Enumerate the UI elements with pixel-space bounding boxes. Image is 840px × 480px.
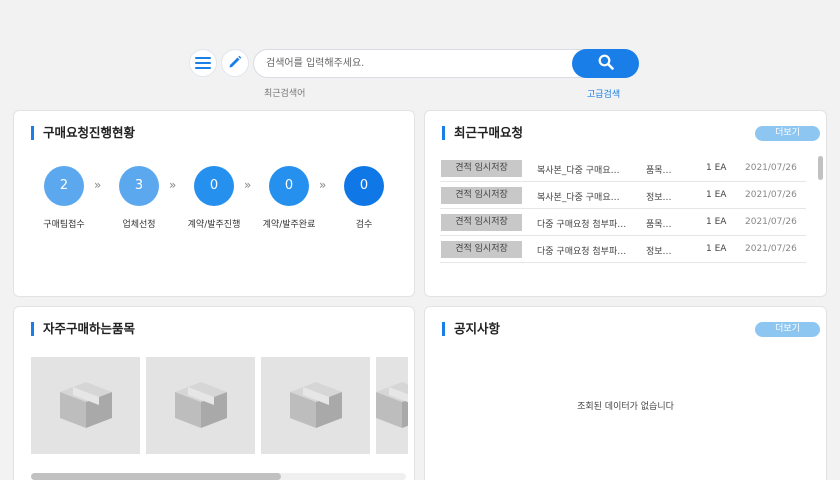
request-title: 다중 구매요청 첨부파… (537, 247, 627, 257)
request-category: 정보… (646, 247, 672, 257)
more-button[interactable]: 더보기 (755, 126, 820, 141)
vertical-scrollbar[interactable] (818, 156, 823, 264)
request-quantity: 1 EA (706, 217, 727, 227)
request-title: 복사본_다중 구매요… (537, 193, 620, 203)
product-thumbnail[interactable] (261, 357, 370, 454)
purchase-progress-card: 구매요청진행현황 2 구매팀접수 » 3 업체선정 » 0 계약/발주진행 » … (13, 110, 415, 297)
status-badge: 견적 임시저장 (441, 241, 522, 258)
empty-message: 조회된 데이터가 없습니다 (577, 402, 674, 412)
box-icon (376, 376, 408, 436)
status-badge: 견적 임시저장 (441, 214, 522, 231)
horizontal-scrollbar[interactable] (31, 473, 406, 480)
request-category: 정보… (646, 193, 672, 203)
step-label: 업체선정 (122, 220, 156, 230)
card-title: 구매요청진행현황 (31, 126, 135, 140)
step-label: 계약/발주진행 (187, 220, 241, 230)
search-bar (253, 49, 639, 78)
step-label: 구매팀접수 (43, 220, 85, 230)
search-input[interactable] (266, 50, 566, 77)
recent-searches-link[interactable]: 최근검색어 (264, 86, 305, 99)
pencil-icon (228, 54, 242, 73)
status-badge: 견적 임시저장 (441, 160, 522, 177)
step-contract-in-progress[interactable]: 0 계약/발주진행 (174, 166, 254, 230)
step-count: 3 (119, 166, 159, 206)
request-quantity: 1 EA (706, 244, 727, 254)
request-date: 2021/07/26 (745, 190, 797, 200)
request-date: 2021/07/26 (745, 244, 797, 254)
request-row[interactable]: 견적 임시저장 복사본_다중 구매요… 정보… 1 EA 2021/07/26 (440, 183, 806, 209)
hamburger-menu-icon (195, 54, 211, 73)
step-contract-complete[interactable]: 0 계약/발주완료 (249, 166, 329, 230)
scrollbar-thumb[interactable] (818, 156, 823, 180)
menu-button[interactable] (189, 49, 217, 77)
scrollbar-thumb[interactable] (31, 473, 281, 480)
search-icon (598, 54, 614, 74)
step-inspection[interactable]: 0 검수 (324, 166, 404, 230)
step-count: 0 (194, 166, 234, 206)
request-title: 다중 구매요청 첨부파… (537, 220, 627, 230)
status-badge: 견적 임시저장 (441, 187, 522, 204)
box-icon (56, 376, 116, 436)
product-thumbnail[interactable] (146, 357, 255, 454)
step-label: 계약/발주완료 (262, 220, 316, 230)
request-quantity: 1 EA (706, 163, 727, 173)
step-count: 0 (344, 166, 384, 206)
step-count: 2 (44, 166, 84, 206)
notice-card: 공지사항 더보기 조회된 데이터가 없습니다 (424, 306, 827, 480)
step-label: 검수 (355, 220, 373, 230)
request-row[interactable]: 견적 임시저장 복사본_다중 구매요… 품목… 1 EA 2021/07/26 (440, 156, 806, 182)
request-row[interactable]: 견적 임시저장 다중 구매요청 첨부파… 품목… 1 EA 2021/07/26 (440, 210, 806, 236)
box-icon (171, 376, 231, 436)
request-date: 2021/07/26 (745, 163, 797, 173)
step-vendor-selection[interactable]: 3 업체선정 (99, 166, 179, 230)
product-thumbnail[interactable] (31, 357, 140, 454)
request-title: 복사본_다중 구매요… (537, 166, 620, 176)
recent-requests-card: 최근구매요청 더보기 견적 임시저장 복사본_다중 구매요… 품목… 1 EA … (424, 110, 827, 297)
more-button[interactable]: 더보기 (755, 322, 820, 337)
request-date: 2021/07/26 (745, 217, 797, 227)
advanced-search-link[interactable]: 고급검색 (587, 87, 620, 100)
card-title: 자주구매하는품목 (31, 322, 135, 336)
search-button[interactable] (572, 49, 639, 78)
step-count: 0 (269, 166, 309, 206)
box-icon (286, 376, 346, 436)
card-title: 공지사항 (442, 322, 500, 336)
request-category: 품목… (646, 220, 672, 230)
request-category: 품목… (646, 166, 672, 176)
frequent-items-card: 자주구매하는품목 (13, 306, 415, 480)
product-thumbnail[interactable] (376, 357, 408, 454)
card-title: 최근구매요청 (442, 126, 523, 140)
edit-button[interactable] (221, 49, 249, 77)
step-received[interactable]: 2 구매팀접수 (24, 166, 104, 230)
request-quantity: 1 EA (706, 190, 727, 200)
request-row[interactable]: 견적 임시저장 다중 구매요청 첨부파… 정보… 1 EA 2021/07/26 (440, 237, 806, 263)
